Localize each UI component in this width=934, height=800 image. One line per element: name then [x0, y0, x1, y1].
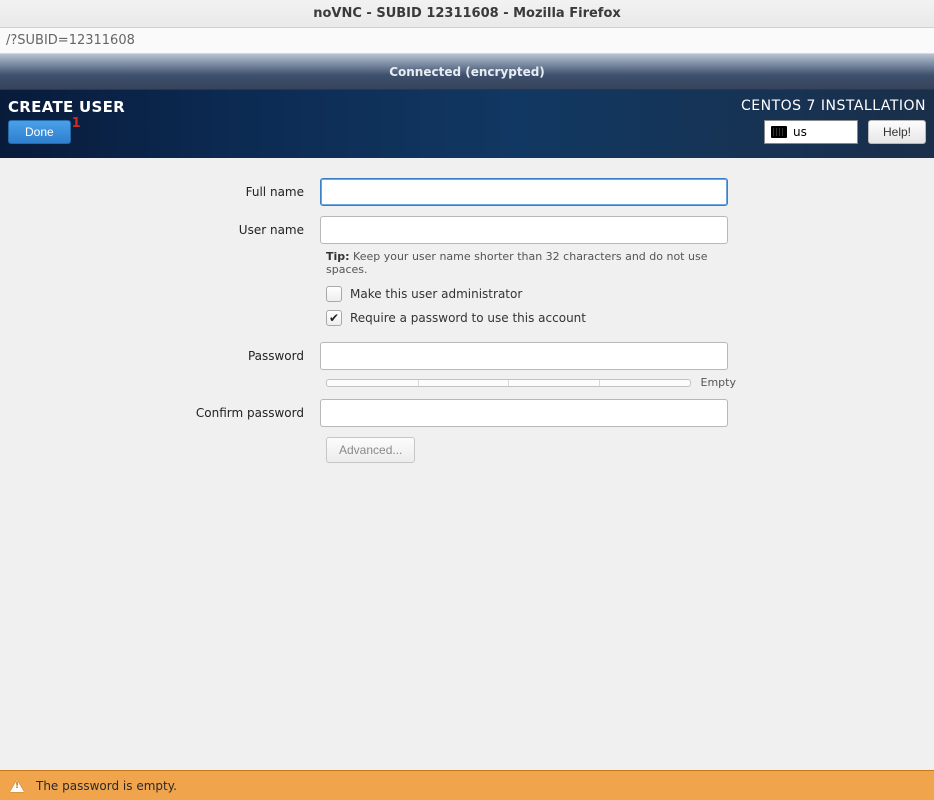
warning-bar: The password is empty.	[0, 770, 934, 800]
warning-icon	[10, 780, 24, 792]
connection-banner: Connected (encrypted)	[0, 54, 934, 90]
admin-checkbox-row[interactable]: Make this user administrator	[326, 286, 934, 302]
fullname-input[interactable]	[320, 178, 728, 206]
screen-title: CREATE USER	[8, 98, 125, 116]
url-text: /?SUBID=12311608	[6, 33, 135, 48]
url-bar[interactable]: /?SUBID=12311608	[0, 28, 934, 54]
password-strength-bar	[326, 379, 691, 387]
username-input[interactable]	[320, 216, 728, 244]
done-button[interactable]: Done	[8, 120, 71, 144]
warning-message: The password is empty.	[36, 779, 177, 793]
admin-checkbox[interactable]	[326, 286, 342, 302]
tip-text: Keep your user name shorter than 32 char…	[326, 250, 707, 276]
username-label: User name	[0, 223, 320, 237]
installer-header: CREATE USER Done 1 CENTOS 7 INSTALLATION…	[0, 90, 934, 158]
fullname-label: Full name	[0, 185, 320, 199]
password-label: Password	[0, 349, 320, 363]
admin-checkbox-label: Make this user administrator	[350, 287, 522, 301]
window-titlebar: noVNC - SUBID 12311608 - Mozilla Firefox	[0, 0, 934, 28]
confirm-password-input[interactable]	[320, 399, 728, 427]
password-input[interactable]	[320, 342, 728, 370]
tip-prefix: Tip:	[326, 250, 350, 263]
advanced-button[interactable]: Advanced...	[326, 437, 415, 463]
require-password-checkbox-row[interactable]: ✔ Require a password to use this account	[326, 310, 934, 326]
username-tip: Tip: Keep your user name shorter than 32…	[326, 250, 746, 276]
help-button[interactable]: Help!	[868, 120, 926, 144]
require-password-checkbox-label: Require a password to use this account	[350, 311, 586, 325]
password-strength-row: Empty	[326, 376, 736, 389]
keyboard-icon	[771, 126, 787, 138]
installation-title: CENTOS 7 INSTALLATION	[741, 98, 926, 114]
done-warning-badge: 1	[72, 116, 81, 131]
require-password-checkbox[interactable]: ✔	[326, 310, 342, 326]
window-title: noVNC - SUBID 12311608 - Mozilla Firefox	[313, 6, 621, 21]
content-area: Full name User name Tip: Keep your user …	[0, 158, 934, 770]
keyboard-layout-label: us	[793, 125, 807, 139]
confirm-password-label: Confirm password	[0, 406, 320, 420]
password-strength-label: Empty	[701, 376, 736, 389]
connection-status: Connected (encrypted)	[389, 65, 545, 79]
keyboard-layout-indicator[interactable]: us	[764, 120, 858, 144]
